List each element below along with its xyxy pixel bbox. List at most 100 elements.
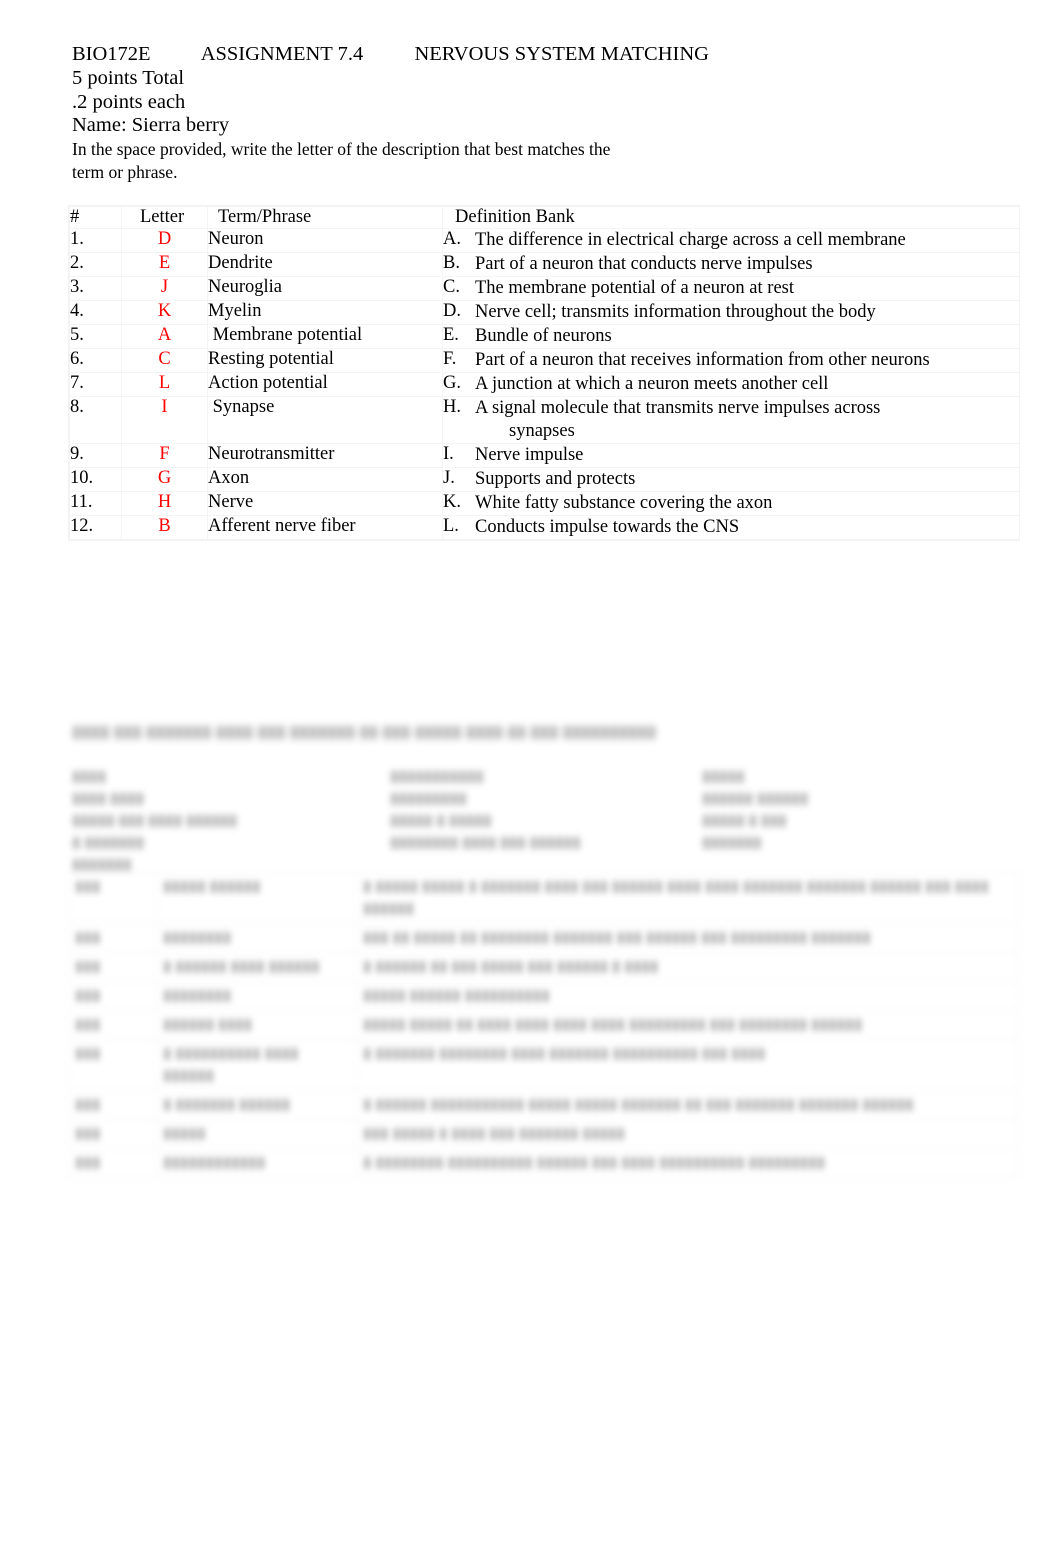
definition-text: Part of a neuron that receives informati… xyxy=(475,350,930,370)
word-bank-entry: ▮▮▮▮▮ xyxy=(702,768,745,785)
redacted-cell: ▮ ▮▮▮▮▮▮ ▮▮▮▮ ▮▮▮▮▮▮ xyxy=(156,952,357,982)
redacted-cell: ▮ ▮▮▮▮▮▮ ▮▮ ▮▮▮ ▮▮▮▮▮ ▮▮▮ ▮▮▮▮▮▮ ▮ ▮▮▮▮ xyxy=(356,952,1019,982)
redacted-cell: ▮▮▮ xyxy=(68,923,157,953)
table-row: 1. D Neuron A. The difference in electrical … xyxy=(69,228,1020,253)
redacted-cell: ▮▮▮▮▮ ▮▮▮▮▮▮ xyxy=(156,872,357,924)
definition-row: G. A junction at which a neuron meets ano… xyxy=(443,373,1019,396)
table-row: 7. L Action potential G. A junction at which… xyxy=(69,372,1020,397)
table-row: 9. F Neurotransmitter I. Nerve impulse xyxy=(69,443,1020,468)
definition-row: H. A signal molecule that transmits nerve… xyxy=(443,397,1019,443)
redacted-cell: ▮▮▮ ▮▮ ▮▮▮▮▮ ▮▮ ▮▮▮▮▮▮▮▮ ▮▮▮▮▮▮▮ ▮▮▮ ▮▮▮… xyxy=(356,923,1019,953)
definition-cell: D. Nerve cell; transmits information thro… xyxy=(442,300,1020,325)
word-bank-entry: ▮▮▮▮▮▮▮▮▮ xyxy=(390,790,467,807)
definition-text: A signal molecule that transmits nerve i… xyxy=(475,397,1019,443)
redacted-cell: ▮ ▮▮▮▮▮ ▮▮▮▮▮ ▮ ▮▮▮▮▮▮▮ ▮▮▮▮ ▮▮▮ ▮▮▮▮▮▮ … xyxy=(356,872,1019,924)
redacted-cell: ▮▮▮▮▮ xyxy=(156,1119,357,1149)
answer-letter-cell[interactable]: G xyxy=(121,467,208,492)
definition-cell: H. A signal molecule that transmits nerve… xyxy=(442,396,1020,444)
redacted-cell: ▮ ▮▮▮▮▮▮▮ ▮▮▮▮▮▮ xyxy=(156,1090,357,1120)
answer-letter-cell[interactable]: F xyxy=(121,443,208,468)
column-header-letter: Letter xyxy=(121,206,208,229)
answer-letter-cell[interactable]: B xyxy=(121,515,208,540)
redacted-cell: ▮▮▮▮▮▮▮▮ xyxy=(156,923,357,953)
header-title-line: BIO172E ASSIGNMENT 7.4 NERVOUS SYSTEM MA… xyxy=(72,43,709,65)
definition-text: Nerve impulse xyxy=(475,445,584,465)
term-phrase-cell: Myelin xyxy=(207,300,443,325)
table-row: 5. A Membrane potential E. Bundle of neuron… xyxy=(69,324,1020,349)
table-row: ▮▮▮ ▮▮▮▮▮▮ ▮▮▮▮ ▮▮▮▮▮ ▮▮▮▮▮ ▮▮ ▮▮▮▮ ▮▮▮▮ ▮… xyxy=(68,1010,1019,1040)
term-phrase-cell: Neurotransmitter xyxy=(207,443,443,468)
word-bank-entry: ▮▮▮▮ ▮▮▮▮ xyxy=(72,790,145,807)
redacted-cell: ▮▮▮ xyxy=(68,1148,157,1178)
definition-row: D. Nerve cell; transmits information thro… xyxy=(443,301,1019,324)
answer-letter-cell[interactable]: J xyxy=(121,276,208,301)
row-number-cell: 9. xyxy=(69,443,122,468)
term-phrase-cell: Neuron xyxy=(207,228,443,253)
points-total-line: 5 points Total xyxy=(72,67,185,89)
table-row: ▮▮▮ ▮ ▮▮▮▮▮▮▮▮▮▮ ▮▮▮▮ ▮▮▮▮▮▮ ▮ ▮▮▮▮▮▮▮ ▮▮▮… xyxy=(68,1039,1019,1091)
row-number-cell: 10. xyxy=(69,467,122,492)
table-row: ▮▮▮ ▮▮▮▮▮ ▮▮▮ ▮▮▮▮▮ ▮ ▮▮▮▮ ▮▮▮ ▮▮▮▮▮▮▮ ▮▮▮… xyxy=(68,1119,1019,1149)
redacted-cell: ▮▮▮ xyxy=(68,1090,157,1120)
document-page: BIO172E ASSIGNMENT 7.4 NERVOUS SYSTEM MA… xyxy=(0,0,1062,1561)
answer-letter-cell[interactable]: D xyxy=(121,228,208,253)
answer-letter-cell[interactable]: E xyxy=(121,252,208,277)
definition-text: Nerve cell; transmits information throug… xyxy=(475,302,876,322)
definition-letter: J. xyxy=(443,468,455,488)
redacted-cell: ▮▮▮▮▮▮▮▮▮▮▮▮ xyxy=(156,1148,357,1178)
definition-letter: B. xyxy=(443,253,460,273)
answer-letter-cell[interactable]: K xyxy=(121,300,208,325)
term-phrase-cell: Membrane potential xyxy=(207,324,443,349)
word-bank-entry: ▮▮▮▮▮▮▮▮ ▮▮▮▮ ▮▮▮ ▮▮▮▮▮▮ xyxy=(390,834,581,851)
word-bank-column-2: ▮▮▮▮▮▮▮▮▮▮▮ ▮▮▮▮▮▮▮▮▮ ▮▮▮▮▮ ▮ ▮▮▮▮▮ ▮▮▮▮▮▮▮… xyxy=(390,766,680,854)
redacted-cell: ▮ ▮▮▮▮▮▮ ▮▮▮▮▮▮▮▮▮▮▮ ▮▮▮▮▮ ▮▮▮▮▮ ▮▮▮▮▮▮▮… xyxy=(356,1090,1019,1120)
definition-cell: I. Nerve impulse xyxy=(442,443,1020,468)
word-bank-entry: ▮▮▮▮▮▮▮ xyxy=(702,834,762,851)
document-header: BIO172E ASSIGNMENT 7.4 NERVOUS SYSTEM MA… xyxy=(72,42,972,184)
redacted-second-table: ▮▮▮ ▮▮▮▮▮ ▮▮▮▮▮▮ ▮ ▮▮▮▮▮ ▮▮▮▮▮ ▮ ▮▮▮▮▮▮▮ ▮… xyxy=(68,872,1019,1178)
word-bank-entry: ▮▮▮▮ xyxy=(72,768,107,785)
term-phrase-cell: Resting potential xyxy=(207,348,443,373)
row-number-cell: 12. xyxy=(69,515,122,540)
definition-text: The membrane potential of a neuron at re… xyxy=(475,278,794,298)
definition-text: Bundle of neurons xyxy=(475,326,612,346)
answer-letter-cell[interactable]: I xyxy=(121,396,208,444)
word-bank-entry: ▮▮▮▮▮ ▮ ▮▮▮ xyxy=(702,812,787,829)
table-row: ▮▮▮ ▮▮▮▮▮ ▮▮▮▮▮▮ ▮ ▮▮▮▮▮ ▮▮▮▮▮ ▮ ▮▮▮▮▮▮▮ ▮… xyxy=(68,872,1019,924)
row-number-cell: 3. xyxy=(69,276,122,301)
table-row: 6. C Resting potential F. Part of a neuron t… xyxy=(69,348,1020,373)
table-row: 11. H Nerve K. White fatty substance coverin… xyxy=(69,491,1020,516)
redacted-cell: ▮ ▮▮▮▮▮▮▮▮▮▮ ▮▮▮▮ ▮▮▮▮▮▮ xyxy=(156,1039,357,1091)
answer-letter-cell[interactable]: H xyxy=(121,491,208,516)
definition-text-continuation: synapses xyxy=(509,421,575,441)
answer-letter-cell[interactable]: C xyxy=(121,348,208,373)
definition-row: B. Part of a neuron that conducts nerve i… xyxy=(443,253,1019,276)
table-row: 3. J Neuroglia C. The membrane potential of … xyxy=(69,276,1020,301)
row-number-cell: 4. xyxy=(69,300,122,325)
word-bank-column-1: ▮▮▮▮ ▮▮▮▮ ▮▮▮▮ ▮▮▮▮▮ ▮▮▮ ▮▮▮▮ ▮▮▮▮▮▮ ▮ ▮▮▮▮… xyxy=(72,766,362,876)
term-phrase-cell: Action potential xyxy=(207,372,443,397)
definition-letter: E. xyxy=(443,325,459,345)
word-bank-column-3: ▮▮▮▮▮ ▮▮▮▮▮▮ ▮▮▮▮▮▮ ▮▮▮▮▮ ▮ ▮▮▮ ▮▮▮▮▮▮▮ xyxy=(702,766,992,854)
column-header-number: # xyxy=(69,206,122,229)
row-number-cell: 8. xyxy=(69,396,122,444)
row-number-cell: 5. xyxy=(69,324,122,349)
points-each-line: .2 points each xyxy=(72,90,186,113)
row-number-cell: 2. xyxy=(69,252,122,277)
matching-table-container: # Letter Term/Phrase Definition Bank 1. D… xyxy=(68,205,1020,541)
definition-letter: L. xyxy=(443,516,459,536)
redacted-second-table-container: ▮▮▮ ▮▮▮▮▮ ▮▮▮▮▮▮ ▮ ▮▮▮▮▮ ▮▮▮▮▮ ▮ ▮▮▮▮▮▮▮ ▮… xyxy=(68,872,1019,1290)
answer-letter-cell[interactable]: A xyxy=(121,324,208,349)
instructions-line-1: In the space provided, write the letter … xyxy=(72,138,611,159)
redacted-cell: ▮▮▮▮▮ ▮▮▮▮▮ ▮▮ ▮▮▮▮ ▮▮▮▮ ▮▮▮▮ ▮▮▮▮ ▮▮▮▮▮… xyxy=(356,1010,1019,1040)
definition-letter: I. xyxy=(443,444,454,464)
term-phrase-cell: Nerve xyxy=(207,491,443,516)
definition-letter: F. xyxy=(443,349,457,369)
redacted-cell: ▮ ▮▮▮▮▮▮▮▮ ▮▮▮▮▮▮▮▮▮▮ ▮▮▮▮▮▮ ▮▮▮ ▮▮▮▮ ▮▮… xyxy=(356,1148,1019,1178)
definition-row: F. Part of a neuron that receives informa… xyxy=(443,349,1019,372)
column-header-definition-bank: Definition Bank xyxy=(442,206,1020,229)
definition-cell: C. The membrane potential of a neuron at … xyxy=(442,276,1020,301)
answer-letter-cell[interactable]: L xyxy=(121,372,208,397)
definition-row: A. The difference in electrical charge ac… xyxy=(443,229,1019,252)
row-number-cell: 6. xyxy=(69,348,122,373)
